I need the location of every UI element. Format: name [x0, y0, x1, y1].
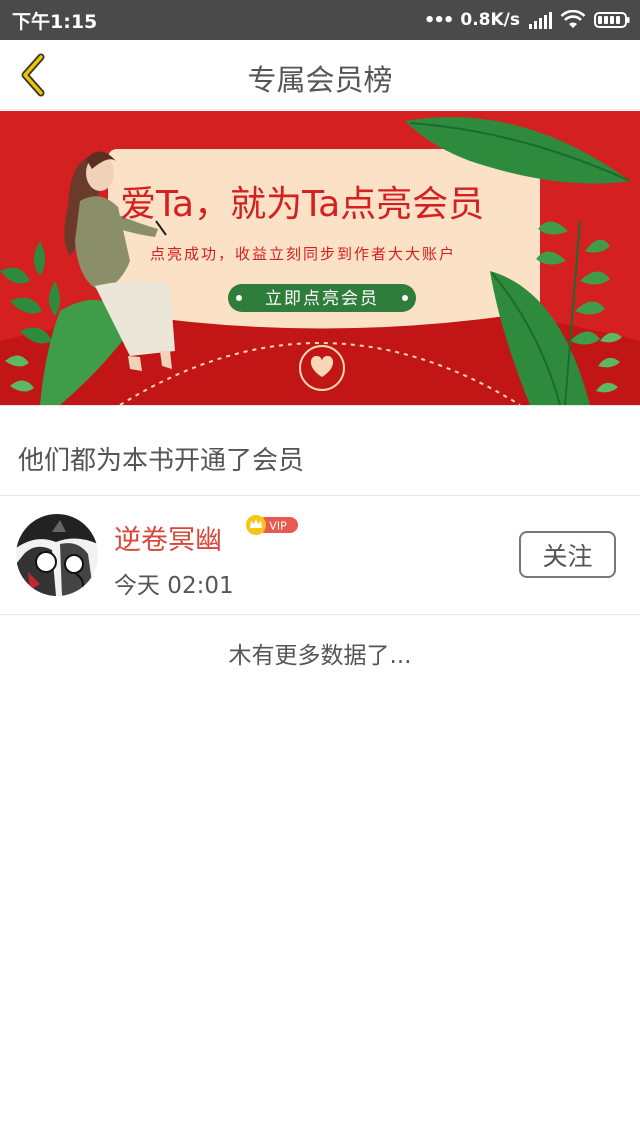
signal-icon — [529, 12, 552, 29]
follow-button[interactable]: 关注 — [519, 531, 616, 578]
status-bar: 下午1:15 ••• 0.8K/s — [0, 0, 640, 40]
banner-illustration: 爱Ta，就为Ta点亮会员 点亮成功，收益立刻同步到作者大大账户 立即点亮会员 — [0, 111, 640, 405]
banner-divider — [0, 405, 640, 406]
list-item[interactable]: 逆卷冥幽 VIP 今天 02:01 关注 — [0, 496, 640, 614]
status-time: 下午1:15 — [12, 11, 98, 33]
member-time: 今天 02:01 — [114, 573, 234, 599]
member-name[interactable]: 逆卷冥幽 — [114, 518, 222, 557]
wifi-icon — [560, 10, 586, 28]
battery-icon — [594, 12, 630, 28]
section-title: 他们都为本书开通了会员 — [18, 446, 305, 476]
row-divider — [0, 614, 640, 615]
vip-label: VIP — [269, 520, 287, 533]
status-right: ••• 0.8K/s — [424, 6, 630, 34]
promo-banner[interactable]: 爱Ta，就为Ta点亮会员 点亮成功，收益立刻同步到作者大大账户 立即点亮会员 — [0, 111, 640, 405]
network-speed: 0.8K/s — [460, 10, 520, 30]
page-title: 专属会员榜 — [247, 63, 393, 97]
banner-subline: 点亮成功，收益立刻同步到作者大大账户 — [150, 245, 456, 263]
banner-headline: 爱Ta，就为Ta点亮会员 — [120, 184, 484, 225]
banner-cta-label[interactable]: 立即点亮会员 — [265, 289, 379, 309]
more-dots-icon: ••• — [423, 9, 454, 31]
avatar[interactable] — [16, 514, 98, 596]
no-more-data-text: 木有更多数据了... — [228, 643, 412, 669]
app-header: 专属会员榜 — [0, 40, 640, 110]
vip-badge: VIP — [246, 515, 298, 535]
